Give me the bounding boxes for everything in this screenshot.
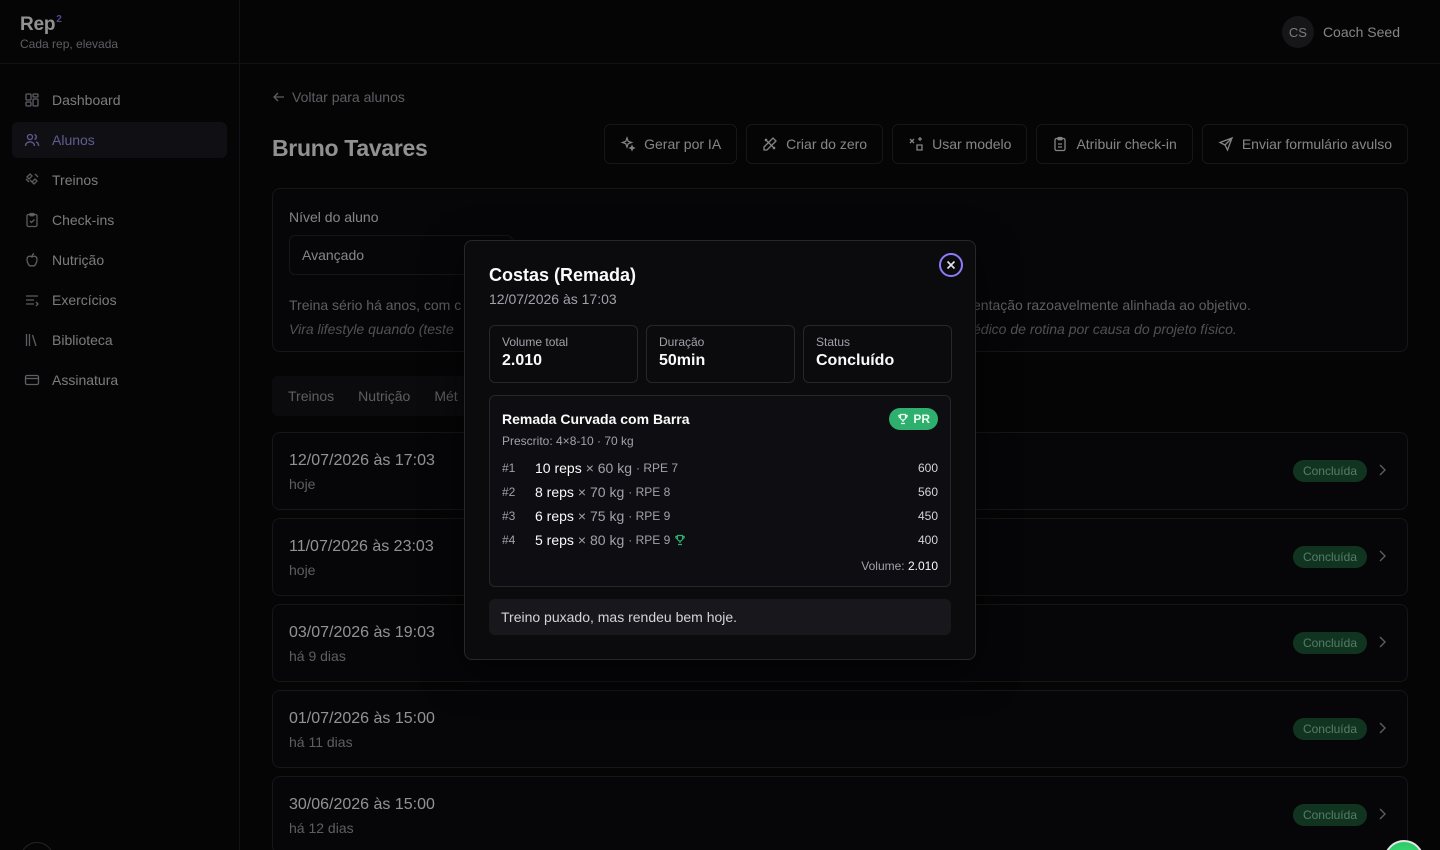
set-rpe: · RPE 9 bbox=[628, 509, 671, 523]
set-weight: × 80 kg bbox=[577, 532, 625, 548]
stat-duration: Duração 50min bbox=[646, 325, 795, 383]
stat-label: Volume total bbox=[502, 335, 569, 349]
set-reps: 10 reps bbox=[535, 460, 582, 476]
set-reps: 8 reps bbox=[535, 484, 574, 500]
set-rpe: · RPE 7 bbox=[636, 461, 679, 475]
volume-value: 2.010 bbox=[907, 559, 938, 573]
volume-label: Volume: bbox=[861, 559, 905, 573]
exercise-name: Remada Curvada com Barra bbox=[502, 411, 690, 427]
set-volume: 400 bbox=[917, 533, 938, 547]
workout-notes: Treino puxado, mas rendeu bem hoje. bbox=[489, 599, 951, 635]
set-row: #3 6 reps × 75 kg · RPE 9 450 bbox=[502, 506, 938, 526]
set-index: #2 bbox=[502, 485, 516, 499]
stat-status: Status Concluído bbox=[803, 325, 952, 383]
set-index: #3 bbox=[502, 509, 516, 523]
workout-detail-dialog: Costas (Remada) 12/07/2026 às 17:03 Volu… bbox=[464, 240, 976, 660]
trophy-icon bbox=[675, 534, 686, 546]
stat-value: Concluído bbox=[816, 352, 895, 369]
exercise-prescription: Prescrito: 4×8-10 · 70 kg bbox=[502, 434, 634, 448]
workout-stats: Volume total 2.010 Duração 50min Status … bbox=[489, 325, 952, 383]
trophy-icon bbox=[898, 413, 909, 425]
set-weight: × 60 kg bbox=[585, 460, 633, 476]
set-reps: 6 reps bbox=[535, 508, 574, 524]
close-icon bbox=[946, 260, 956, 270]
close-button[interactable] bbox=[939, 253, 963, 277]
stat-value: 2.010 bbox=[502, 352, 543, 369]
set-row: #4 5 reps × 80 kg · RPE 9 400 bbox=[502, 530, 938, 550]
set-rpe: · RPE 9 bbox=[628, 533, 671, 547]
stat-volume: Volume total 2.010 bbox=[489, 325, 638, 383]
set-rpe: · RPE 8 bbox=[628, 485, 671, 499]
dialog-subtitle: 12/07/2026 às 17:03 bbox=[489, 291, 617, 307]
exercise-card: Remada Curvada com Barra Prescrito: 4×8-… bbox=[489, 395, 951, 587]
set-row: #1 10 reps × 60 kg · RPE 7 600 bbox=[502, 458, 938, 478]
set-weight: × 70 kg bbox=[577, 484, 625, 500]
set-row: #2 8 reps × 70 kg · RPE 8 560 bbox=[502, 482, 938, 502]
dialog-title: Costas (Remada) bbox=[489, 265, 637, 285]
exercise-volume-total: Volume: 2.010 bbox=[861, 559, 938, 573]
stat-label: Duração bbox=[659, 335, 705, 349]
set-index: #1 bbox=[502, 461, 516, 475]
pr-badge-label: PR bbox=[913, 412, 930, 426]
set-volume: 600 bbox=[917, 461, 938, 475]
stat-label: Status bbox=[816, 335, 851, 349]
pr-badge: PR bbox=[889, 408, 938, 430]
set-index: #4 bbox=[502, 533, 516, 547]
set-weight: × 75 kg bbox=[577, 508, 625, 524]
set-reps: 5 reps bbox=[535, 532, 574, 548]
set-volume: 450 bbox=[917, 509, 938, 523]
set-volume: 560 bbox=[917, 485, 938, 499]
stat-value: 50min bbox=[659, 352, 706, 369]
